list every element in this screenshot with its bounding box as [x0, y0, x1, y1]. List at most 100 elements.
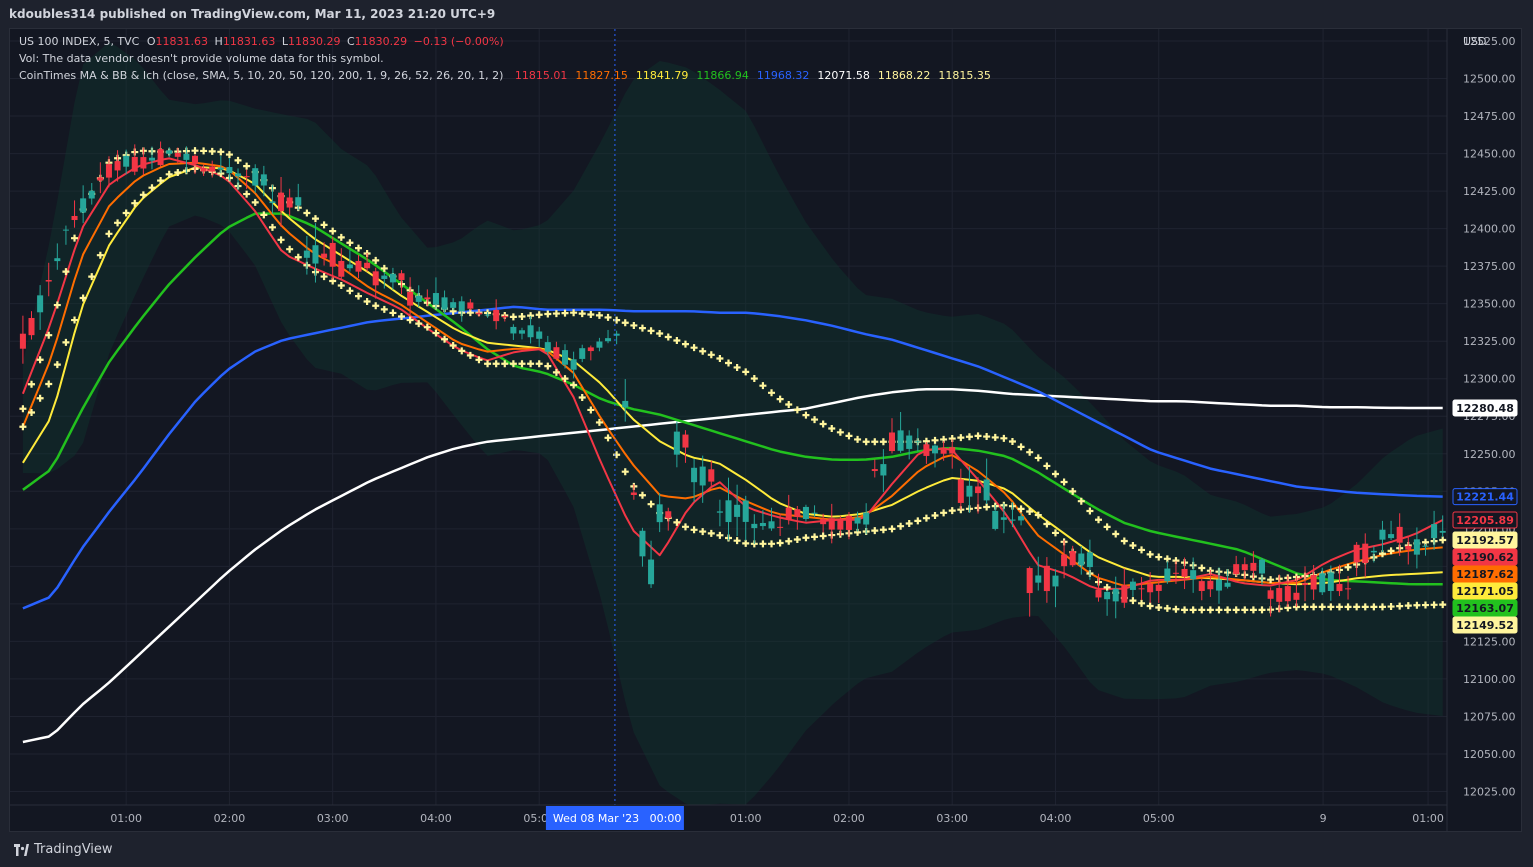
candle-body: [140, 157, 147, 169]
candle-body: [252, 168, 259, 186]
indicator-value: 11815.35: [938, 69, 991, 82]
candle-body: [975, 486, 982, 494]
candle-body: [1293, 592, 1300, 600]
price-label-text: 12171.05: [1456, 585, 1514, 598]
candle-body: [157, 149, 164, 166]
candle-body: [811, 512, 818, 514]
ohlc-open-value: 11831.63: [155, 35, 209, 48]
indicator-value: 12071.58: [817, 69, 870, 82]
price-label-text: 12221.44: [1456, 491, 1514, 504]
time-tick-label: 02:00: [214, 812, 246, 825]
candle-body: [716, 511, 723, 513]
candle-body: [105, 164, 112, 178]
candle-body: [166, 150, 173, 154]
candle-body: [484, 314, 491, 316]
price-tick-label: 12300.00: [1463, 373, 1516, 386]
candle-body: [596, 341, 603, 348]
candle-body: [278, 192, 285, 212]
candle-body: [209, 166, 216, 172]
candle-body: [1138, 588, 1145, 590]
candle-body: [725, 500, 732, 523]
candle-body: [742, 500, 749, 522]
price-tick-label: 12400.00: [1463, 223, 1516, 236]
candle-body: [424, 297, 431, 300]
candle-body: [1198, 581, 1205, 591]
candle-body: [1233, 564, 1240, 575]
candle-body: [1181, 568, 1188, 577]
candle-body: [1439, 530, 1446, 533]
candle-body: [1241, 564, 1248, 571]
indicator-name[interactable]: CoinTimes MA & BB & Ich (close, SMA, 5, …: [19, 69, 503, 82]
price-tick-label: 12425.00: [1463, 185, 1516, 198]
candle-body: [346, 264, 353, 269]
candle-body: [1362, 543, 1369, 564]
candle-body: [458, 301, 465, 312]
candle-body: [820, 518, 827, 525]
candle-body: [45, 280, 52, 282]
time-tick-label: 04:00: [1040, 812, 1072, 825]
symbol-name[interactable]: US 100 INDEX, 5, TVC: [19, 35, 139, 48]
candle-body: [914, 441, 921, 443]
ohlc-high-value: 11831.63: [222, 35, 276, 48]
price-label-text: 12149.52: [1456, 619, 1514, 632]
ohlc-change-value: −0.13 (−0.00%): [413, 35, 504, 48]
candle-body: [1276, 588, 1283, 602]
price-tick-label: 12450.00: [1463, 148, 1516, 161]
chart-frame[interactable]: 12025.00 12050.00 12075.00 12100.00 12125.00…: [9, 28, 1522, 832]
candle-body: [923, 444, 930, 456]
candle-body: [191, 155, 199, 164]
candle-body: [940, 449, 947, 454]
candle-body: [639, 530, 646, 557]
candle-body: [605, 338, 612, 342]
candle-body: [682, 434, 689, 448]
candle-body: [1043, 565, 1050, 592]
price-axis[interactable]: 12025.00 12050.00 12075.00 12100.00 12125.00…: [1446, 29, 1516, 831]
volume-note: Vol: The data vendor doesn't provide vol…: [19, 52, 384, 65]
candle-body: [1009, 519, 1016, 521]
candle-body: [751, 523, 758, 529]
candle-body: [260, 174, 267, 186]
candle-body: [37, 295, 44, 313]
candle-body: [1302, 583, 1309, 586]
candle-body: [648, 559, 655, 585]
price-label-text: 12280.48: [1456, 402, 1514, 415]
candle-body: [570, 359, 577, 370]
candle-body: [1069, 551, 1076, 566]
volume-legend: Vol: The data vendor doesn't provide vol…: [19, 52, 384, 65]
candle-body: [1353, 544, 1360, 563]
candle-body: [28, 317, 35, 336]
candle-body: [174, 152, 181, 157]
price-tick-label: 12500.00: [1463, 73, 1516, 86]
candle-body: [1431, 524, 1438, 539]
candle-body: [493, 309, 500, 322]
indicator-legend[interactable]: CoinTimes MA & BB & Ich (close, SMA, 5, …: [19, 69, 991, 82]
candle-body: [768, 521, 775, 529]
indicator-values: 11815.01 11827.15 11841.79 11866.94 11968.32…: [507, 69, 991, 82]
candle-body: [1345, 588, 1352, 590]
candle-body: [871, 469, 878, 472]
candle-body: [226, 167, 233, 174]
candle-body: [148, 157, 155, 161]
candle-body: [1405, 545, 1412, 550]
candle-body: [381, 275, 388, 279]
time-axis[interactable]: 01:00 02:00 03:00 04:00 05:00 01:00 02:00 03:00…: [10, 804, 1447, 825]
price-tick-label: 12350.00: [1463, 298, 1516, 311]
symbol-legend[interactable]: US 100 INDEX, 5, TVC O11831.63 H11831.63…: [19, 35, 504, 48]
candle-body: [1224, 582, 1231, 587]
candle-body: [1129, 581, 1136, 590]
price-tick-label: 12050.00: [1463, 748, 1516, 761]
candle-body: [1112, 588, 1119, 602]
candle-body: [338, 260, 345, 277]
indicator-value: 11841.79: [635, 69, 689, 82]
candle-body: [553, 347, 560, 359]
candle-body: [407, 291, 414, 306]
candle-body: [1284, 586, 1291, 602]
candle-body: [561, 350, 569, 365]
price-chart[interactable]: 12025.00 12050.00 12075.00 12100.00 12125.00…: [10, 29, 1521, 831]
tradingview-logo[interactable]: TradingView: [14, 842, 113, 857]
ohlc-low-value: 11830.29: [287, 35, 341, 48]
candle-body: [932, 445, 939, 454]
candle-body: [1207, 580, 1214, 590]
crosshair-time-text: Wed 08 Mar '23 00:00: [553, 812, 681, 825]
candle-body: [1250, 562, 1257, 571]
